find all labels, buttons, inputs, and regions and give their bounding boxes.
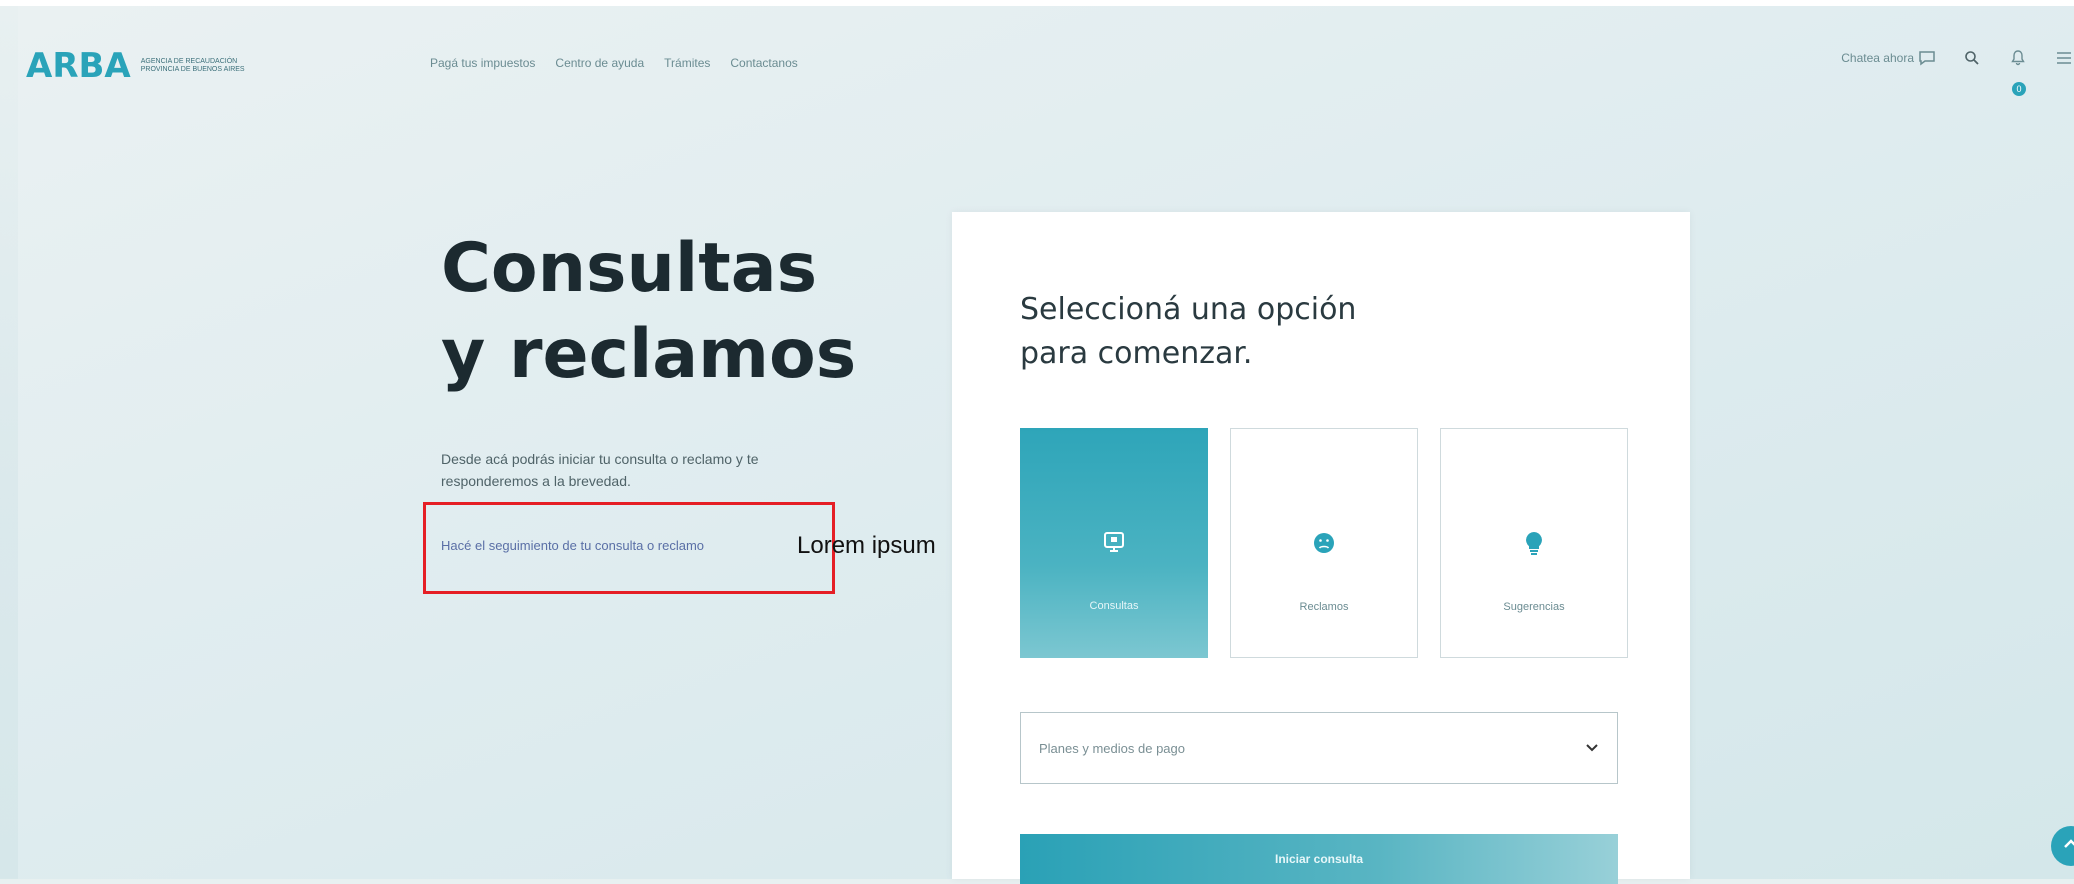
hamburger-menu-icon: [2056, 51, 2072, 65]
chat-now-button[interactable]: Chatea ahora: [1841, 50, 1936, 66]
option-label: Sugerencias: [1503, 601, 1565, 613]
menu-button[interactable]: [2054, 48, 2074, 68]
option-consultas[interactable]: Consultas: [1020, 428, 1208, 658]
header-actions: Chatea ahora 0: [1841, 48, 2074, 96]
highlight-box: [423, 502, 835, 594]
logo-subtitle-line2: PROVINCIA DE BUENOS AIRES: [140, 66, 245, 73]
logo-subtitle: AGENCIA DE RECAUDACIÓN PROVINCIA DE BUEN…: [141, 58, 245, 74]
page-title-line1: Consultas: [441, 229, 818, 308]
search-icon: [1964, 50, 1980, 66]
option-sugerencias[interactable]: Sugerencias: [1440, 428, 1628, 658]
main-nav: Pagá tus impuestos Centro de ayuda Trámi…: [430, 56, 798, 70]
nav-contact[interactable]: Contactanos: [730, 56, 797, 70]
query-card: Seleccioná una opción para comenzar. Con…: [952, 212, 1690, 884]
bell-icon: [2010, 49, 2026, 67]
logo-subtitle-line1: AGENCIA DE RECAUDACIÓN: [140, 58, 238, 65]
overlay-text: Lorem ipsum: [797, 532, 936, 559]
option-label: Consultas: [1089, 600, 1139, 612]
chat-label: Chatea ahora: [1841, 51, 1914, 65]
page-description: Desde acá podrás iniciar tu consulta o r…: [441, 451, 759, 489]
chevron-up-icon: [2063, 837, 2074, 855]
search-button[interactable]: [1962, 48, 1982, 68]
topic-select-value: Planes y medios de pago: [1039, 740, 1185, 756]
lightbulb-icon: [1523, 529, 1545, 557]
arba-logo[interactable]: ARBA AGENCIA DE RECAUDACIÓN PROVINCIA DE…: [26, 46, 245, 86]
start-query-button[interactable]: Iniciar consulta: [1020, 834, 1618, 884]
page-title: Consultas y reclamos: [441, 226, 856, 398]
sad-face-icon: [1312, 529, 1336, 557]
topic-select[interactable]: Planes y medios de pago: [1020, 712, 1618, 784]
option-reclamos[interactable]: Reclamos: [1230, 428, 1418, 658]
option-label: Reclamos: [1299, 601, 1349, 613]
notifications-button[interactable]: 0: [2008, 48, 2028, 96]
card-title-line2: para comenzar.: [1020, 336, 1253, 371]
nav-pay-taxes[interactable]: Pagá tus impuestos: [430, 56, 535, 70]
logo-mark: ARBA: [26, 46, 131, 86]
notification-badge: 0: [2012, 82, 2026, 96]
nav-procedures[interactable]: Trámites: [664, 56, 710, 70]
chat-icon: [1918, 50, 1936, 66]
page-title-line2: y reclamos: [441, 315, 857, 394]
card-title-line1: Seleccioná una opción: [1020, 292, 1357, 327]
monitor-icon: [1102, 528, 1126, 556]
option-group: Consultas Reclamos Sugerencias: [1020, 428, 1628, 658]
nav-help-center[interactable]: Centro de ayuda: [555, 56, 644, 70]
chevron-down-icon: [1585, 741, 1599, 756]
card-title: Seleccioná una opción para comenzar.: [1020, 288, 1356, 376]
